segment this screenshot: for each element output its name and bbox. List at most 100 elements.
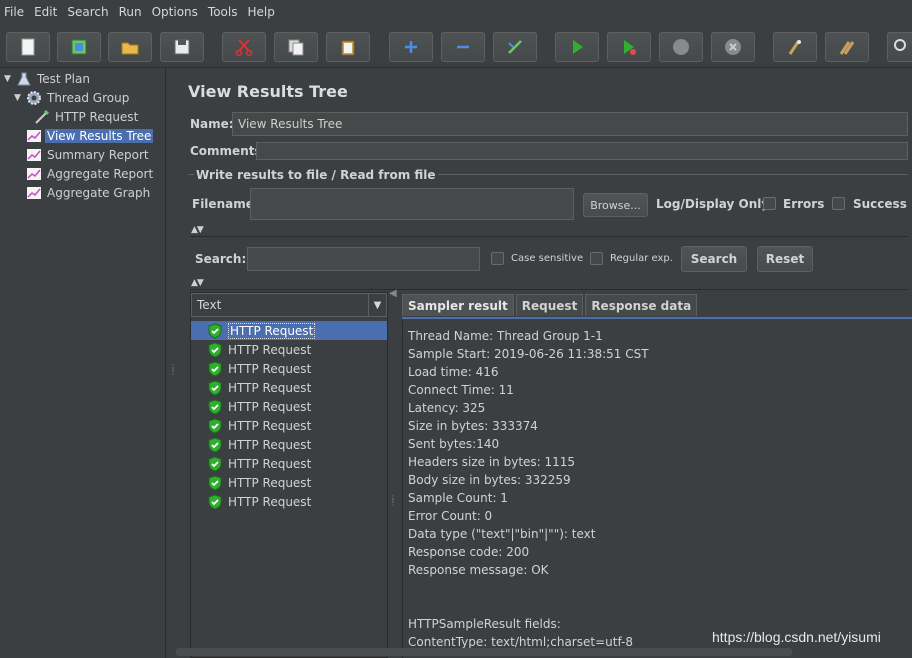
search-button[interactable] <box>887 32 912 62</box>
menu-edit[interactable]: Edit <box>34 5 57 19</box>
result-item-label: HTTP Request <box>228 456 312 471</box>
result-item-label: HTTP Request <box>228 361 312 376</box>
new-button[interactable] <box>6 32 50 62</box>
tree-node-aggregate-graph[interactable]: Aggregate Graph <box>26 183 152 202</box>
success-shield-icon <box>208 341 222 358</box>
result-item-label: HTTP Request <box>228 380 312 395</box>
result-item[interactable]: HTTP Request <box>191 397 387 416</box>
tree-node-thread-group[interactable]: ▼ Thread Group <box>14 88 131 107</box>
result-item[interactable]: HTTP Request <box>191 454 387 473</box>
stop-icon <box>673 39 689 55</box>
detail-line: Latency: 325 <box>408 401 486 415</box>
menu-options[interactable]: Options <box>152 5 198 19</box>
result-item[interactable]: HTTP Request <box>191 340 387 359</box>
save-button[interactable] <box>160 32 204 62</box>
successes-checkbox[interactable] <box>832 197 845 210</box>
menu-file[interactable]: File <box>4 5 24 19</box>
shutdown-icon <box>725 39 741 55</box>
sampler-result-text[interactable]: Thread Name: Thread Group 1-1 Sample Star… <box>402 319 912 658</box>
menu-search[interactable]: Search <box>67 5 108 19</box>
search-button[interactable]: Search <box>681 246 747 272</box>
menu-help[interactable]: Help <box>247 5 274 19</box>
tree-node-summary-report[interactable]: Summary Report <box>26 145 151 164</box>
clear-all-button[interactable] <box>825 32 869 62</box>
detail-line: Sample Start: 2019-06-26 11:38:51 CST <box>408 347 649 361</box>
middle-splitter[interactable]: ◀ ⋮ ⋮ <box>388 288 398 658</box>
expand-icon <box>405 41 417 53</box>
name-field[interactable] <box>232 112 908 136</box>
expand-arrow-icon[interactable]: ▼ <box>14 93 24 103</box>
search-input[interactable] <box>247 247 480 271</box>
result-item[interactable]: HTTP Request <box>191 321 387 340</box>
filename-label: Filename <box>192 197 254 211</box>
cut-button[interactable] <box>222 32 266 62</box>
start-button[interactable] <box>555 32 599 62</box>
shutdown-button[interactable] <box>711 32 755 62</box>
browse-button[interactable]: Browse... <box>583 193 648 217</box>
errors-checkbox[interactable] <box>763 197 776 210</box>
filename-field[interactable] <box>250 188 574 220</box>
expand-button[interactable] <box>389 32 433 62</box>
result-item[interactable]: HTTP Request <box>191 378 387 397</box>
expand-arrow-icon[interactable]: ▼ <box>4 74 14 84</box>
success-shield-icon <box>208 379 222 396</box>
result-item-label: HTTP Request <box>228 418 312 433</box>
toolbar <box>0 26 912 68</box>
paste-button[interactable] <box>326 32 370 62</box>
tab-sampler-result[interactable]: Sampler result <box>402 294 514 316</box>
search-icon <box>894 39 906 51</box>
success-shield-icon <box>208 455 222 472</box>
result-item[interactable]: HTTP Request <box>191 359 387 378</box>
start-no-pause-button[interactable] <box>607 32 651 62</box>
result-item[interactable]: HTTP Request <box>191 492 387 511</box>
pipette-icon <box>34 109 50 125</box>
tree-node-aggregate-report[interactable]: Aggregate Report <box>26 164 155 183</box>
comments-label: Comments: <box>190 144 267 158</box>
gear-icon <box>26 90 42 106</box>
collapse-arrows-icon[interactable]: ▲▼ <box>191 278 204 288</box>
horizontal-scrollbar[interactable] <box>176 648 792 656</box>
templates-icon <box>71 39 87 55</box>
menu-tools[interactable]: Tools <box>208 5 238 19</box>
tab-request[interactable]: Request <box>515 294 584 316</box>
start-no-pause-icon <box>624 40 636 55</box>
menu-run[interactable]: Run <box>119 5 142 19</box>
chevron-down-icon: ▼ <box>368 294 386 316</box>
toggle-button[interactable] <box>493 32 537 62</box>
result-item[interactable]: HTTP Request <box>191 416 387 435</box>
open-button[interactable] <box>108 32 152 62</box>
divider <box>190 289 908 290</box>
file-group-title: Write results to file / Read from file <box>194 168 438 182</box>
renderer-select[interactable]: Text ▼ <box>191 293 387 317</box>
detail-line: Data type ("text"|"bin"|""): text <box>408 527 596 541</box>
new-icon <box>21 38 35 56</box>
collapse-icon <box>457 45 469 49</box>
result-item-label: HTTP Request <box>228 437 312 452</box>
reset-button[interactable]: Reset <box>757 246 813 272</box>
tree-node-http-request[interactable]: HTTP Request <box>34 107 140 126</box>
graph-icon <box>26 166 42 182</box>
comments-field[interactable] <box>256 142 908 160</box>
tab-response-data[interactable]: Response data <box>585 294 698 316</box>
log-display-label: Log/Display Only: <box>656 197 774 211</box>
copy-button[interactable] <box>274 32 318 62</box>
detail-line: HTTPSampleResult fields: <box>408 617 561 631</box>
collapse-button[interactable] <box>441 32 485 62</box>
tree-node-test-plan[interactable]: ▼ Test Plan <box>4 69 92 88</box>
splitter-arrow-icon: ◀ <box>389 288 397 299</box>
tree-node-view-results-tree[interactable]: View Results Tree <box>26 126 154 145</box>
templates-button[interactable] <box>57 32 101 62</box>
case-sensitive-checkbox[interactable] <box>491 252 504 265</box>
clear-all-icon <box>839 41 855 55</box>
regex-label: Regular exp. <box>610 253 673 264</box>
graph-icon <box>26 185 42 201</box>
collapse-arrows-icon[interactable]: ▲▼ <box>191 225 204 235</box>
open-icon <box>121 42 139 55</box>
stop-button[interactable] <box>659 32 703 62</box>
case-sensitive-label: Case sensitive <box>511 253 584 264</box>
result-item[interactable]: HTTP Request <box>191 473 387 492</box>
left-splitter[interactable]: ⋮ ⋮ <box>166 68 177 658</box>
regex-checkbox[interactable] <box>590 252 603 265</box>
result-item[interactable]: HTTP Request <box>191 435 387 454</box>
clear-button[interactable] <box>773 32 817 62</box>
